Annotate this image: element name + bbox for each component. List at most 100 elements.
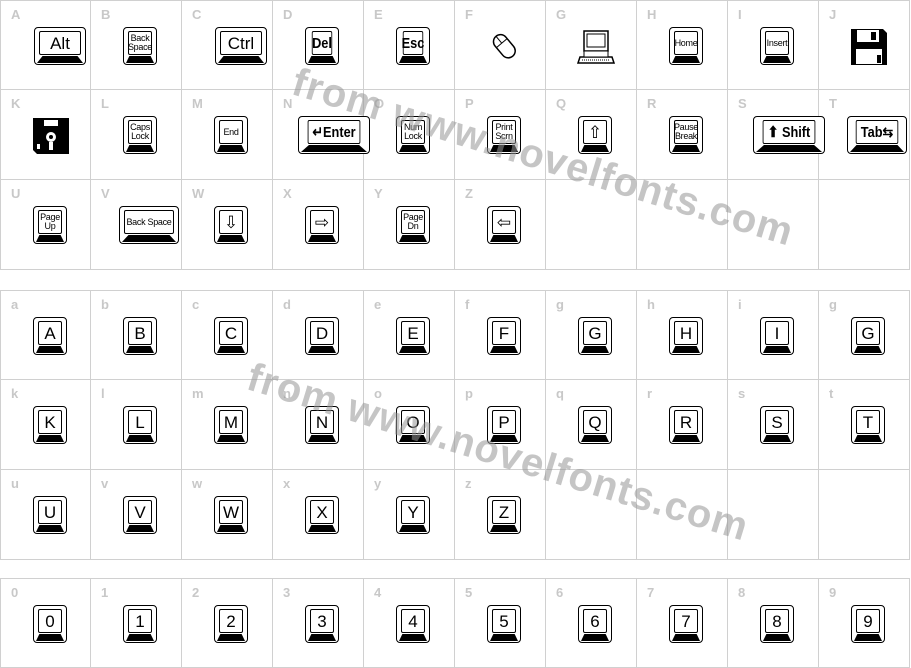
keycap-text: 2	[219, 609, 243, 633]
glyph-label: S	[738, 96, 747, 111]
keycap-glyph: 2	[214, 605, 248, 643]
keycap-glyph: ⇨	[305, 206, 339, 244]
keycap-text: ⇨	[310, 210, 334, 234]
keycap-glyph: A	[33, 317, 67, 355]
glyph-label: T	[829, 96, 837, 111]
keycap-text: ⇩	[219, 210, 243, 234]
glyph-cell: X ⇨	[273, 180, 364, 270]
glyph-cell: qQ	[546, 380, 637, 470]
keycap-glyph: 4	[396, 605, 430, 643]
empty-cell	[728, 180, 819, 270]
keycap-text: D	[310, 321, 334, 345]
keycap-glyph: U	[33, 496, 67, 534]
glyph-cell: nN	[273, 380, 364, 470]
glyph-cell: eE	[364, 290, 455, 380]
keycap-glyph: Home	[669, 27, 703, 65]
glyph-label: L	[101, 96, 109, 111]
glyph-label: q	[556, 386, 564, 401]
glyph-label: r	[647, 386, 653, 401]
keycap-text: End	[219, 120, 243, 144]
keycap-glyph: H	[669, 317, 703, 355]
glyph-cell: I Insert	[728, 0, 819, 90]
keycap-glyph: G	[851, 317, 885, 355]
glyph-label: F	[465, 7, 473, 22]
keycap-glyph: ⬆ Shift	[753, 116, 825, 154]
glyph-label: 7	[647, 585, 655, 600]
glyph-label: E	[374, 7, 383, 22]
keycap-text: ⇧	[583, 120, 607, 144]
keycap-text: 6	[583, 609, 607, 633]
keycap-text: Print Scrn	[492, 120, 516, 144]
glyph-cell: 33	[273, 578, 364, 668]
empty-cell	[728, 470, 819, 560]
keycap-glyph: C	[214, 317, 248, 355]
keycap-glyph: Del	[305, 27, 339, 65]
glyph-cell: 88	[728, 578, 819, 668]
keycap-text: S	[765, 410, 789, 434]
keycap-text: P	[492, 410, 516, 434]
keycap-text: Q	[583, 410, 607, 434]
glyph-cell: rR	[637, 380, 728, 470]
glyph-cell: bB	[91, 290, 182, 380]
keycap-text: ⬆ Shift	[762, 120, 816, 144]
glyph-label: J	[829, 7, 837, 22]
glyph-label: v	[101, 476, 109, 491]
keycap-text: 5	[492, 609, 516, 633]
keycap-text: B	[128, 321, 152, 345]
keycap-text: Pause Break	[674, 120, 698, 144]
empty-cell	[819, 180, 910, 270]
glyph-label: m	[192, 386, 204, 401]
glyph-label: U	[11, 186, 21, 201]
glyph-cell: O Num Lock	[364, 90, 455, 180]
glyph-cell: M End	[182, 90, 273, 180]
glyph-label: 8	[738, 585, 746, 600]
glyph-cell: G	[546, 0, 637, 90]
empty-cell	[637, 180, 728, 270]
keycap-glyph: Esc	[396, 27, 430, 65]
keycap-text: U	[38, 500, 62, 524]
keycap-text: 1	[128, 609, 152, 633]
glyph-cell: E Esc	[364, 0, 455, 90]
keycap-text: T	[856, 410, 880, 434]
keycap-glyph: Num Lock	[396, 116, 430, 154]
keycap-text: Num Lock	[401, 120, 425, 144]
keycap-text: F	[492, 321, 516, 345]
glyph-label: c	[192, 297, 200, 312]
keycap-glyph: X	[305, 496, 339, 534]
glyph-cell: 55	[455, 578, 546, 668]
glyph-cell: A Alt	[0, 0, 91, 90]
digits-grid: 00112233445566778899	[0, 578, 911, 668]
glyph-cell: B Back Space	[91, 0, 182, 90]
keycap-text: Tab⇆	[855, 120, 899, 144]
keycap-glyph: Ctrl	[215, 27, 267, 65]
keycap-glyph: L	[123, 406, 157, 444]
keycap-glyph: 3	[305, 605, 339, 643]
keycap-glyph: R	[669, 406, 703, 444]
glyph-cell: oO	[364, 380, 455, 470]
keycap-glyph: B	[123, 317, 157, 355]
glyph-label: I	[738, 7, 742, 22]
glyph-label: 0	[11, 585, 19, 600]
keycap-glyph: 1	[123, 605, 157, 643]
keycap-text: L	[128, 410, 152, 434]
keycap-text: Page Up	[38, 210, 62, 234]
glyph-cell: Q ⇧	[546, 90, 637, 180]
keycap-text: 9	[856, 609, 880, 633]
glyph-label: 4	[374, 585, 382, 600]
glyph-cell: dD	[273, 290, 364, 380]
keycap-text: Y	[401, 500, 425, 524]
keycap-text: A	[38, 321, 62, 345]
glyph-label: M	[192, 96, 203, 111]
empty-cell	[546, 470, 637, 560]
keycap-glyph: 8	[760, 605, 794, 643]
keycap-text: 8	[765, 609, 789, 633]
glyph-cell: aA	[0, 290, 91, 380]
keycap-text: Back Space	[124, 210, 174, 234]
keycap-text: ⇦	[492, 210, 516, 234]
keycap-text: R	[674, 410, 698, 434]
glyph-label: B	[101, 7, 111, 22]
glyph-label: i	[738, 297, 742, 312]
keycap-glyph: O	[396, 406, 430, 444]
keycap-glyph: Caps Lock	[123, 116, 157, 154]
keycap-glyph: Y	[396, 496, 430, 534]
